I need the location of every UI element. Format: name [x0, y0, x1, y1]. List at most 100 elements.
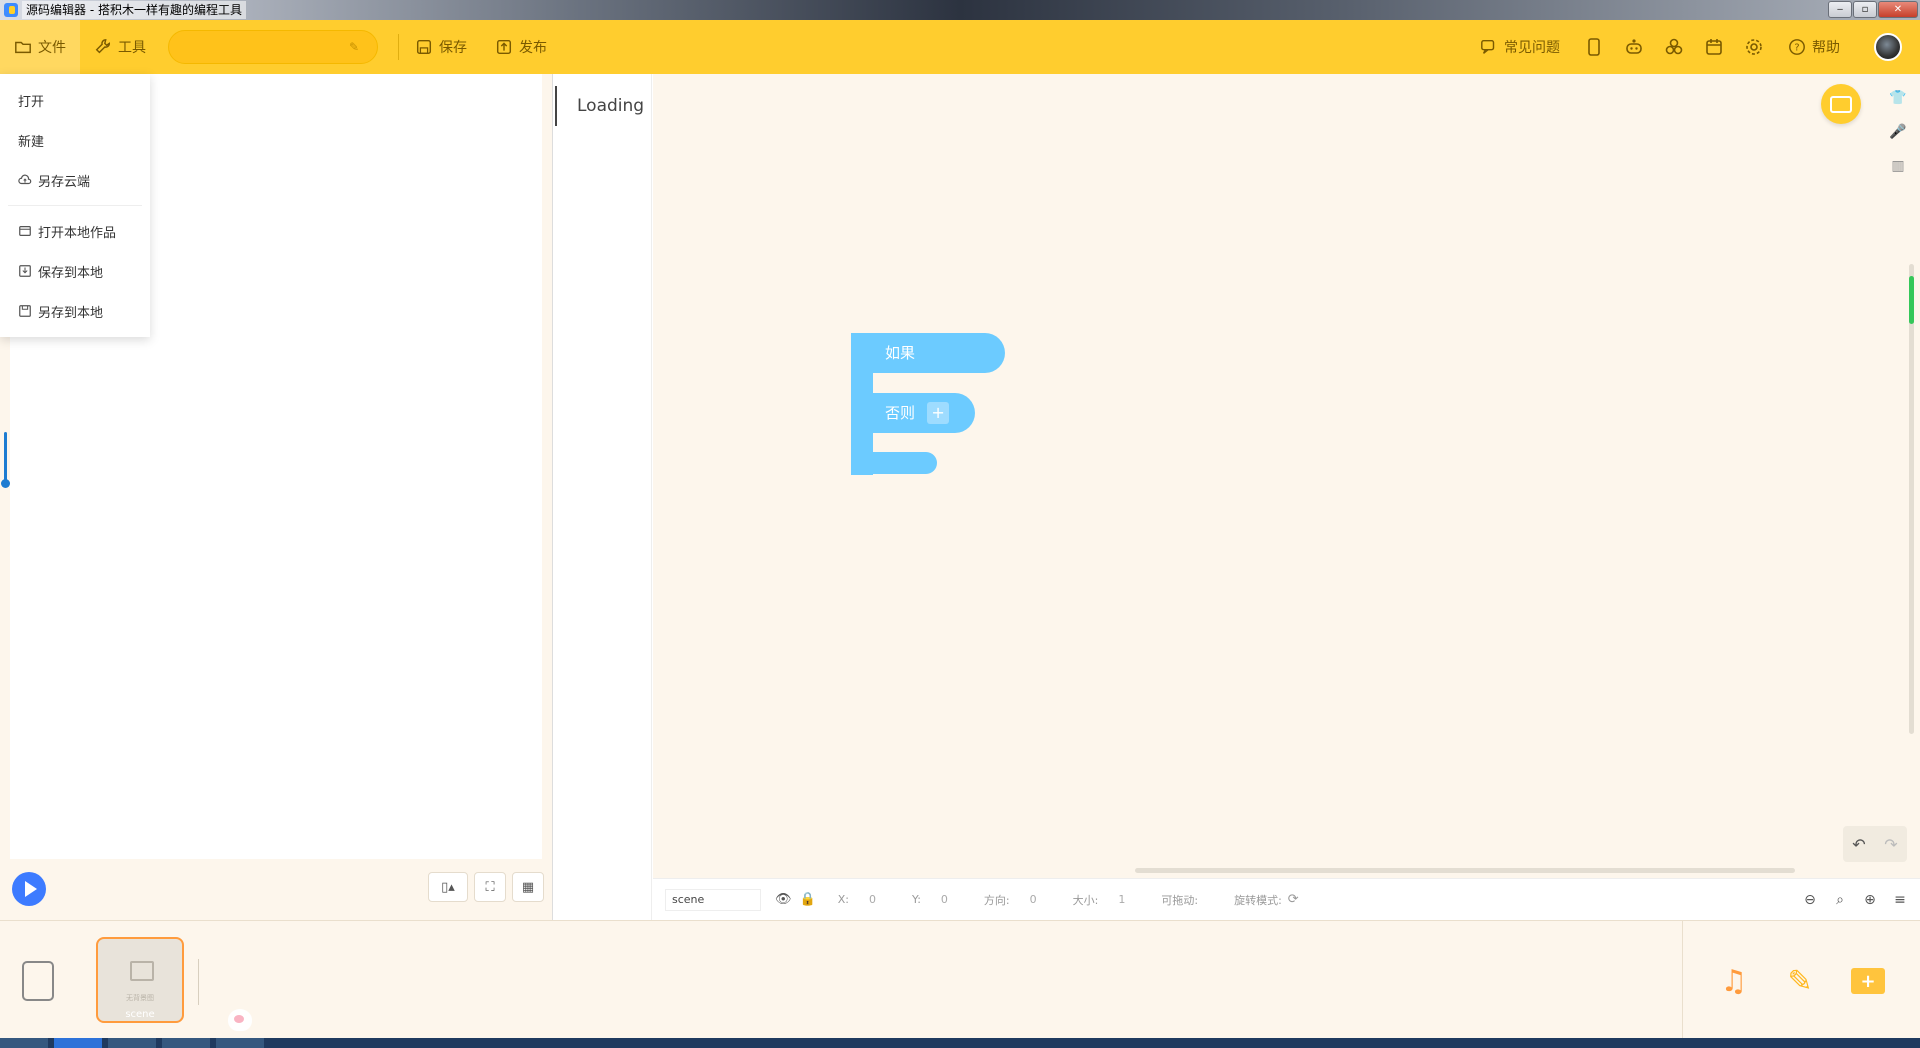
- app-icon: [4, 3, 18, 17]
- palette-category-indicator: [555, 86, 557, 126]
- toolbar-divider: [398, 34, 399, 60]
- costume-icon[interactable]: 👕: [1888, 88, 1908, 108]
- tools-menu-label: 工具: [118, 40, 146, 56]
- menu-item-open-local[interactable]: 打开本地作品: [0, 211, 150, 251]
- palette-loading-text: Loading: [577, 96, 645, 116]
- device-select-button[interactable]: ▯▴: [428, 872, 468, 902]
- undo-icon[interactable]: ↶: [1852, 835, 1865, 854]
- tablet-icon[interactable]: [1574, 20, 1614, 74]
- window-title: 源码编辑器 - 搭积木一样有趣的编程工具: [22, 1, 246, 19]
- sprite-panel: 无背景图 scene ♫ ✎: [0, 920, 1920, 1039]
- zoom-reset-icon[interactable]: ⌕: [1828, 887, 1852, 913]
- add-branch-button[interactable]: +: [927, 402, 950, 424]
- menu-item-label: 新建: [18, 134, 45, 150]
- stage-preview-button[interactable]: [1821, 84, 1861, 124]
- sprite-name: scene: [125, 1009, 155, 1020]
- x-value[interactable]: 0: [869, 893, 876, 906]
- y-value[interactable]: 0: [941, 893, 948, 906]
- save-as-icon: [19, 305, 31, 317]
- add-music-icon[interactable]: ♫: [1714, 961, 1754, 1001]
- device-icon[interactable]: [22, 961, 54, 1001]
- sprite-divider: [198, 959, 199, 1005]
- download-icon: [19, 265, 31, 277]
- else-section[interactable]: 否则 +: [851, 393, 975, 433]
- taskbar-item[interactable]: [162, 1038, 210, 1048]
- microphone-icon[interactable]: 🎤: [1888, 122, 1908, 142]
- project-name-input[interactable]: ✎: [168, 30, 378, 64]
- taskbar-item[interactable]: [54, 1038, 102, 1048]
- help-button[interactable]: ? 帮助: [1774, 20, 1854, 74]
- fullscreen-icon[interactable]: ⛶: [474, 872, 506, 902]
- save-label: 保存: [439, 40, 467, 56]
- faq-button[interactable]: 常见问题: [1466, 20, 1574, 74]
- if-else-block[interactable]: 如果: [851, 333, 1005, 373]
- menu-item-save-local[interactable]: 保存到本地: [0, 251, 150, 291]
- undo-redo-group: ↶ ↷: [1843, 826, 1907, 862]
- block-palette: Loading: [552, 74, 652, 920]
- workspace-horizontal-scrollbar[interactable]: [1135, 868, 1795, 873]
- stage-resize-handle[interactable]: [1, 432, 10, 488]
- menu-item-save-cloud[interactable]: 另存云端: [0, 160, 150, 200]
- menu-item-new[interactable]: 新建: [0, 120, 150, 160]
- menu-item-save-as-local[interactable]: 另存到本地: [0, 291, 150, 331]
- workspace-vertical-scrollbar[interactable]: [1909, 264, 1914, 734]
- lock-icon[interactable]: 🔒: [800, 892, 816, 907]
- extensions-icon[interactable]: [1654, 20, 1694, 74]
- workspace-side-tools: 👕 🎤 ▥: [1888, 88, 1908, 176]
- upload-icon: [496, 39, 512, 55]
- menu-item-open[interactable]: 打开: [0, 80, 150, 120]
- menu-item-label: 打开本地作品: [38, 225, 117, 241]
- save-button[interactable]: 保存: [401, 20, 481, 74]
- paw-icon: [228, 1009, 252, 1031]
- save-icon: [416, 39, 432, 55]
- minimize-button[interactable]: ‒: [1828, 1, 1852, 18]
- menu-item-label: 另存云端: [38, 174, 91, 190]
- file-menu-button[interactable]: 文件: [0, 20, 80, 74]
- zoom-in-icon[interactable]: ⊕: [1858, 887, 1882, 913]
- help-label: 帮助: [1812, 40, 1840, 56]
- close-button[interactable]: ✕: [1878, 1, 1918, 18]
- paint-pencil-icon[interactable]: ✎: [1780, 961, 1820, 1001]
- file-dropdown-menu: 打开 新建 另存云端 打开本地作品 保存到本地 另存到本地: [0, 74, 150, 337]
- image-placeholder-icon: [130, 961, 154, 981]
- publish-button[interactable]: 发布: [481, 20, 561, 74]
- menu-icon[interactable]: ≡: [1888, 887, 1912, 913]
- toolbar-right-group: 常见问题 ? 帮助: [1466, 20, 1920, 74]
- taskbar-item[interactable]: [108, 1038, 156, 1048]
- rotate-icon[interactable]: ⟳: [1288, 892, 1299, 907]
- sprite-properties-bar: scene 👁 🔒 X: 0 Y: 0 方向: 0 大小: 1 可拖动: 旋转模…: [653, 878, 1920, 920]
- settings-icon[interactable]: [1734, 20, 1774, 74]
- direction-value[interactable]: 0: [1030, 893, 1037, 906]
- redo-icon[interactable]: ↷: [1884, 835, 1897, 854]
- run-button[interactable]: [12, 872, 46, 906]
- user-avatar[interactable]: [1874, 33, 1902, 61]
- sprite-thumb-caption: 无背景图: [126, 994, 154, 1002]
- sprite-name-field[interactable]: scene: [665, 888, 761, 911]
- calendar-icon[interactable]: [1694, 20, 1734, 74]
- tools-menu-button[interactable]: 工具: [80, 20, 160, 74]
- grid-icon[interactable]: ▦: [512, 872, 544, 902]
- zoom-out-icon[interactable]: ⊖: [1798, 887, 1822, 913]
- menu-item-label: 另存到本地: [38, 305, 104, 321]
- size-label: 大小:: [1072, 893, 1099, 907]
- maximize-button[interactable]: ▫: [1853, 1, 1877, 18]
- size-value[interactable]: 1: [1118, 893, 1125, 906]
- faq-label: 常见问题: [1504, 40, 1560, 56]
- taskbar-item[interactable]: [0, 1038, 48, 1048]
- x-label: X:: [837, 893, 849, 906]
- add-folder-icon[interactable]: [1848, 961, 1888, 1001]
- folder-open-icon: [19, 226, 31, 236]
- robot-icon[interactable]: [1614, 20, 1654, 74]
- code-workspace[interactable]: 👕 🎤 ▥ ↶ ↷: [653, 74, 1920, 878]
- cloud-upload-icon: [18, 174, 32, 185]
- else-label: 否则: [885, 404, 916, 422]
- window-controls: ‒ ▫ ✕: [1828, 1, 1918, 18]
- sprite-card-scene[interactable]: 无背景图 scene: [96, 937, 184, 1023]
- window-titlebar: 源码编辑器 - 搭积木一样有趣的编程工具 ‒ ▫ ✕: [0, 0, 1920, 20]
- taskbar-item[interactable]: [216, 1038, 264, 1048]
- visibility-eye-icon[interactable]: 👁: [775, 892, 792, 907]
- if-else-block-foot[interactable]: [851, 452, 937, 474]
- menu-item-label: 保存到本地: [38, 265, 104, 281]
- menu-divider: [8, 205, 142, 206]
- chart-icon[interactable]: ▥: [1888, 156, 1908, 176]
